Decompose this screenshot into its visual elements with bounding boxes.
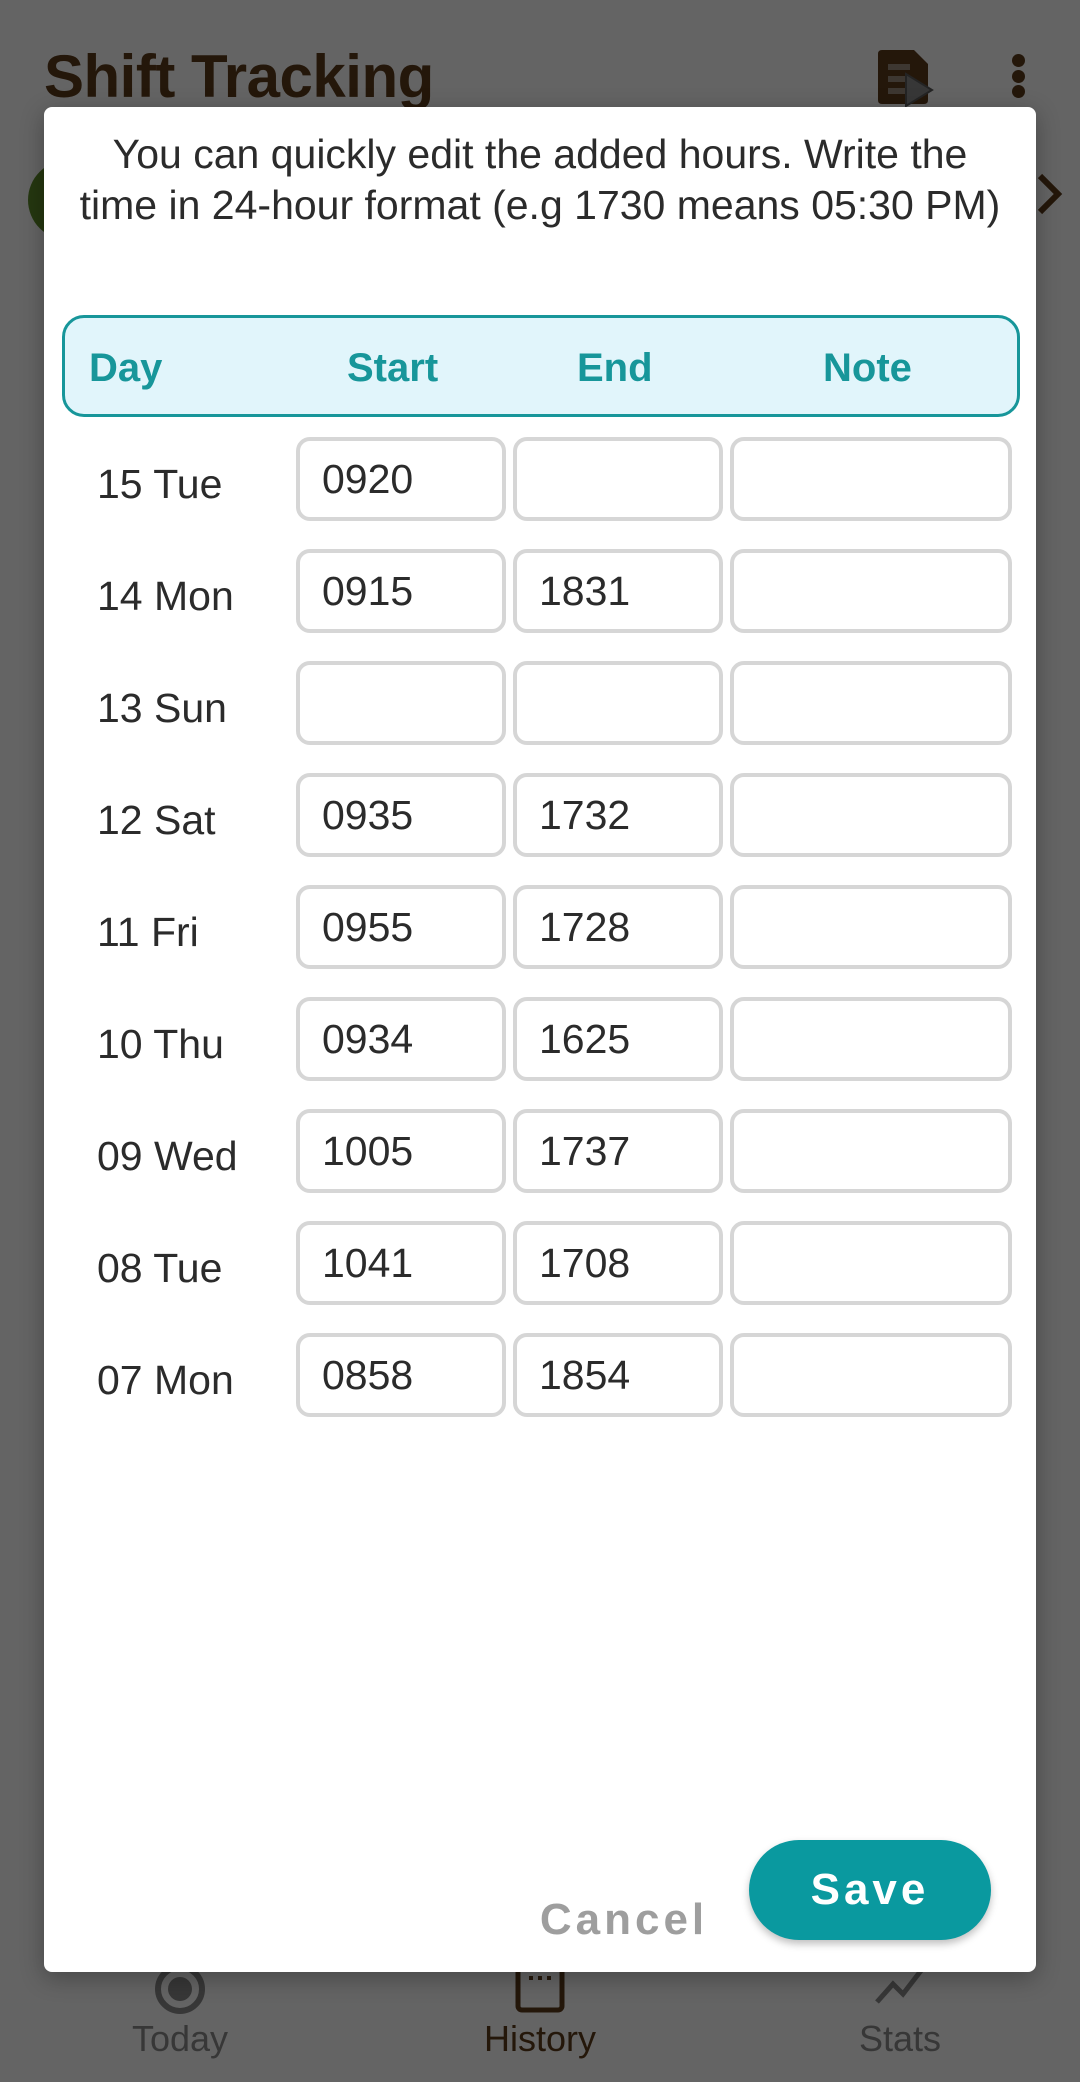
- end-time-input[interactable]: [513, 773, 723, 857]
- note-input[interactable]: [730, 885, 1012, 969]
- end-time-input[interactable]: [513, 885, 723, 969]
- note-input[interactable]: [730, 549, 1012, 633]
- note-input[interactable]: [730, 997, 1012, 1081]
- end-time-input[interactable]: [513, 661, 723, 745]
- note-input[interactable]: [730, 773, 1012, 857]
- cancel-button[interactable]: Cancel: [524, 1872, 724, 1968]
- start-time-input[interactable]: [296, 661, 506, 745]
- header-start: Start: [347, 346, 439, 390]
- day-label: 13 Sun: [97, 685, 227, 731]
- table-row: 15 Tue: [44, 437, 1036, 549]
- dialog-instructions: You can quickly edit the added hours. Wr…: [79, 131, 1001, 228]
- table-header: Day Start End Note: [62, 315, 1020, 417]
- day-label: 11 Fri: [97, 909, 199, 955]
- day-label: 15 Tue: [97, 461, 223, 507]
- note-input[interactable]: [730, 1109, 1012, 1193]
- table-row: 13 Sun: [44, 661, 1036, 773]
- start-time-input[interactable]: [296, 1221, 506, 1305]
- table-row: 14 Mon: [44, 549, 1036, 661]
- end-time-input[interactable]: [513, 1221, 723, 1305]
- start-time-input[interactable]: [296, 549, 506, 633]
- end-time-input[interactable]: [513, 549, 723, 633]
- start-time-input[interactable]: [296, 997, 506, 1081]
- day-label: 08 Tue: [97, 1245, 223, 1291]
- end-time-input[interactable]: [513, 437, 723, 521]
- start-time-input[interactable]: [296, 437, 506, 521]
- header-end: End: [577, 346, 653, 390]
- day-label: 09 Wed: [97, 1133, 238, 1179]
- start-time-input[interactable]: [296, 1333, 506, 1417]
- header-note: Note: [823, 346, 912, 390]
- start-time-input[interactable]: [296, 885, 506, 969]
- day-label: 07 Mon: [97, 1357, 234, 1403]
- table-row: 07 Mon: [44, 1333, 1036, 1445]
- note-input[interactable]: [730, 1333, 1012, 1417]
- table-row: 10 Thu: [44, 997, 1036, 1109]
- quick-edit-dialog: You can quickly edit the added hours. Wr…: [44, 107, 1036, 1972]
- day-label: 10 Thu: [97, 1021, 224, 1067]
- save-button[interactable]: Save: [749, 1840, 991, 1940]
- note-input[interactable]: [730, 1221, 1012, 1305]
- note-input[interactable]: [730, 661, 1012, 745]
- table-row: 12 Sat: [44, 773, 1036, 885]
- table-row: 09 Wed: [44, 1109, 1036, 1221]
- end-time-input[interactable]: [513, 997, 723, 1081]
- end-time-input[interactable]: [513, 1333, 723, 1417]
- header-day: Day: [89, 346, 163, 390]
- table-row: 08 Tue: [44, 1221, 1036, 1333]
- start-time-input[interactable]: [296, 773, 506, 857]
- day-label: 14 Mon: [97, 573, 234, 619]
- start-time-input[interactable]: [296, 1109, 506, 1193]
- end-time-input[interactable]: [513, 1109, 723, 1193]
- table-row: 11 Fri: [44, 885, 1036, 997]
- shift-rows: 15 Tue 14 Mon 13 Sun 12 Sat 11 Fri: [44, 437, 1036, 1445]
- note-input[interactable]: [730, 437, 1012, 521]
- day-label: 12 Sat: [97, 797, 216, 843]
